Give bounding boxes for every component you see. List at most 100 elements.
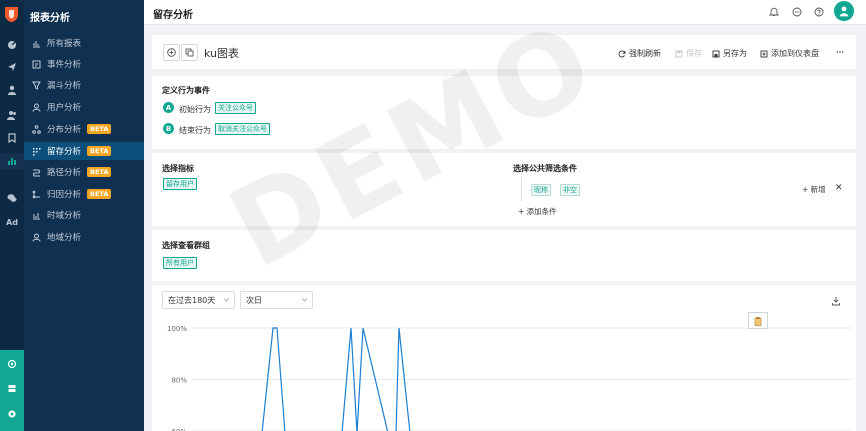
user-avatar-icon [839, 6, 849, 17]
send-icon[interactable] [0, 59, 24, 75]
metric-tag[interactable]: 留存用户 [163, 178, 197, 190]
sidebar-item-label: 归因分析 [47, 190, 82, 200]
logo-icon [5, 7, 18, 22]
sidebar-item-label: 漏斗分析 [47, 81, 82, 91]
group-tag[interactable]: 所有用户 [163, 257, 197, 269]
sidebar-item-label: 分布分析 [47, 125, 82, 135]
sidebar-item-retention-analysis[interactable]: 留存分析 BETA [24, 142, 144, 160]
group-title: 选择查看群组 [162, 241, 210, 250]
sidebar-item-label: 用户分析 [47, 103, 82, 113]
group-card: 选择查看群组 所有用户 [152, 230, 856, 281]
share-icon[interactable] [0, 356, 24, 372]
filter-field-tag[interactable]: 昵称 [531, 184, 551, 196]
sidebar-item-path-analysis[interactable]: 路径分析 BETA [24, 163, 144, 181]
sidebar-item-time-analysis[interactable]: 时域分析 [24, 206, 144, 224]
date-range-select[interactable]: 在过去180天 [162, 291, 235, 309]
refresh-icon [618, 50, 626, 57]
save-as-icon [712, 50, 720, 57]
page-title: 留存分析 [153, 10, 193, 21]
retention-icon [33, 147, 41, 155]
copy-icon [185, 48, 194, 57]
dashboard-add-icon [760, 50, 768, 57]
define-events-card: 定义行为事件 A 初始行为 关注公众号 B 结束行为 取消关注公众号 [152, 76, 856, 149]
save-button[interactable]: 保存 [675, 48, 702, 59]
sidebar-item-label: 所有报表 [47, 39, 82, 49]
y-tick-label: 80% [171, 377, 187, 385]
path-icon [33, 169, 40, 176]
filter-title: 选择公共筛选条件 [513, 164, 577, 173]
beta-badge: BETA [87, 146, 112, 156]
start-event-tag[interactable]: 关注公众号 [215, 102, 256, 114]
add-to-dashboard-button[interactable]: 添加到仪表盘 [760, 48, 819, 59]
bell-icon[interactable] [768, 6, 780, 18]
add-button[interactable] [163, 44, 180, 61]
beta-badge: BETA [87, 124, 112, 134]
report-name[interactable]: ku图表 [204, 45, 239, 61]
users-icon[interactable] [0, 107, 24, 123]
add-condition-button[interactable]: + 添加条件 [518, 206, 557, 217]
sidebar-item-attribution-analysis[interactable]: 归因分析 BETA [24, 185, 144, 203]
user-icon[interactable] [0, 82, 24, 98]
sidebar-title: 报表分析 [30, 13, 70, 24]
report-sidebar: 报表分析 所有报表 事件分析 漏斗分析 用户分析 分布分析 BETA 留存分析 … [24, 0, 144, 431]
icon-rail: Ad [0, 0, 24, 431]
help-icon[interactable] [813, 6, 825, 18]
sidebar-item-label: 事件分析 [47, 60, 82, 70]
sidebar-item-distribution-analysis[interactable]: 分布分析 BETA [24, 120, 144, 138]
y-tick-label: 100% [167, 325, 187, 333]
define-events-title: 定义行为事件 [162, 86, 210, 95]
sidebar-item-user-analysis[interactable]: 用户分析 [24, 98, 144, 116]
rail-bottom [0, 350, 24, 431]
settings-icon[interactable] [0, 406, 24, 422]
server-icon[interactable] [0, 381, 24, 397]
close-icon[interactable]: ✕ [835, 183, 843, 193]
clipboard-icon[interactable] [748, 312, 768, 329]
end-label: 结束行为 [179, 126, 211, 135]
top-header: 留存分析 [144, 0, 866, 25]
user-icon [32, 103, 41, 112]
event-icon [32, 60, 41, 68]
metric-title: 选择指标 [162, 164, 194, 173]
distribution-icon [32, 124, 41, 134]
end-badge: B [163, 123, 174, 134]
add-filter-button[interactable]: + 新增 [802, 184, 826, 195]
force-refresh-button[interactable]: 强制刷新 [618, 48, 661, 59]
metric-filter-card: 选择指标 留存用户 选择公共筛选条件 昵称 非空 + 添加条件 + 新增 ✕ [152, 153, 856, 226]
wechat-icon[interactable] [0, 190, 24, 206]
avatar[interactable] [834, 1, 854, 21]
bookmark-icon[interactable] [0, 130, 24, 146]
ad-icon[interactable]: Ad [0, 214, 24, 230]
interval-select[interactable]: 次日 [240, 291, 313, 309]
region-icon [32, 233, 41, 242]
sidebar-item-label: 路径分析 [47, 168, 82, 178]
beta-badge: BETA [87, 167, 112, 177]
dashboard-icon[interactable] [0, 37, 24, 53]
start-label: 初始行为 [179, 105, 211, 114]
save-icon [675, 50, 683, 57]
chevron-down-icon [301, 298, 308, 302]
report-toolbar: ku图表 强制刷新 保存 另存为 添加到仪表盘 [152, 35, 856, 69]
sidebar-item-funnel-analysis[interactable]: 漏斗分析 [24, 76, 144, 94]
sidebar-item-label: 时域分析 [47, 211, 82, 221]
funnel-icon [32, 81, 41, 90]
beta-badge: BETA [87, 189, 112, 199]
download-icon[interactable] [831, 296, 841, 306]
copy-button[interactable] [181, 44, 198, 61]
filter-operator-tag[interactable]: 非空 [560, 184, 580, 196]
sidebar-item-label: 地域分析 [47, 233, 82, 243]
attribution-icon [32, 190, 40, 198]
report-analysis-icon[interactable] [0, 153, 24, 169]
message-icon[interactable] [791, 6, 803, 18]
time-chart-icon [33, 212, 40, 219]
more-options-icon[interactable] [836, 48, 847, 56]
end-event-tag[interactable]: 取消关注公众号 [215, 123, 270, 135]
plus-circle-icon [167, 48, 176, 57]
sidebar-item-all-reports[interactable]: 所有报表 [24, 34, 144, 52]
sidebar-item-event-analysis[interactable]: 事件分析 [24, 55, 144, 73]
filter-divider [521, 177, 522, 201]
sidebar-item-region-analysis[interactable]: 地域分析 [24, 228, 144, 246]
sidebar-item-label: 留存分析 [47, 147, 82, 157]
start-badge: A [163, 102, 174, 113]
save-as-button[interactable]: 另存为 [712, 48, 747, 59]
chevron-down-icon [223, 298, 230, 302]
